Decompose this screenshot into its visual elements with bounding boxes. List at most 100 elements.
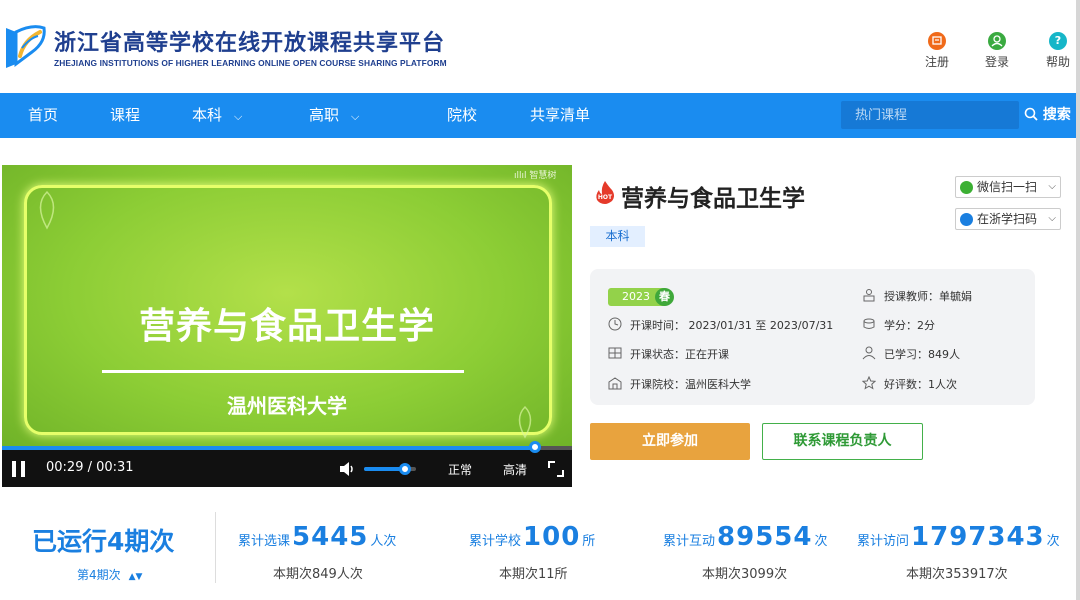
sort-arrows-icon: ▲▼ <box>128 572 143 582</box>
hot-flame-icon: HOT <box>596 181 614 204</box>
volume-icon[interactable] <box>338 460 356 478</box>
volume-slider[interactable] <box>364 463 416 475</box>
run-count: 已运行4期次 <box>32 527 175 556</box>
search-button[interactable]: 搜索 <box>1024 101 1071 129</box>
stat-value: 89554 <box>717 522 813 552</box>
video-subtitle-text: 温州医科大学 <box>227 394 347 418</box>
status-table-icon <box>608 347 622 359</box>
nav-courses-label: 课程 <box>110 106 141 124</box>
nav-undergraduate-label: 本科 <box>192 106 223 124</box>
stat-value: 5445 <box>292 522 369 552</box>
period-selector[interactable]: 第4期次 ▲▼ <box>77 566 142 583</box>
video-progress-fill <box>2 446 535 450</box>
login-user-icon <box>988 32 1006 50</box>
stats-divider <box>215 512 216 583</box>
stat-visits-period: 本期次353917次 <box>906 567 1008 582</box>
open-time-text: 开课时间： 2023/01/31 至 2023/07/31 <box>630 319 834 332</box>
video-progress-handle[interactable] <box>528 441 541 453</box>
stat-interactions-period: 本期次3099次 <box>702 567 788 582</box>
zheda-scan-button[interactable]: 在浙学扫码 ⌵ <box>955 208 1061 230</box>
zheda-app-icon <box>960 213 973 226</box>
teacher-text: 授课教师：单毓娟 <box>884 290 972 303</box>
video-frame-image: ıllıl 智慧树 营养与食品卫生学 温州医科大学 <box>2 165 572 450</box>
stat-label: 累计访问 <box>857 534 910 549</box>
nav-item-home[interactable]: 首页 <box>28 93 58 138</box>
nav-item-share-list[interactable]: 共享清单 <box>530 93 590 138</box>
status-text: 开课状态：正在开课 <box>630 348 729 361</box>
stat-enrollments: 累计选课5445 人次 <box>238 522 396 552</box>
register-button[interactable]: 注册 <box>917 32 957 70</box>
pause-icon <box>12 461 16 477</box>
help-question-icon: ? <box>1049 32 1067 50</box>
pause-icon-bar <box>21 461 25 477</box>
chevron-down-icon: ⌵ <box>1048 181 1056 192</box>
video-title-text: 营养与食品卫生学 <box>138 306 435 347</box>
platform-logo[interactable] <box>2 22 48 72</box>
wechat-scan-label: 微信扫一扫 <box>977 180 1038 194</box>
playback-speed-button[interactable]: 正常 <box>448 461 472 478</box>
search-input[interactable] <box>841 101 1019 129</box>
video-watermark: ıllıl 智慧树 <box>514 171 557 181</box>
stat-label: 累计互动 <box>663 534 716 549</box>
stat-unit: 所 <box>582 534 596 549</box>
stat-value: 1797343 <box>911 522 1045 552</box>
stat-interactions: 累计互动89554 次 <box>663 522 828 552</box>
school-building-icon <box>608 377 622 390</box>
quality-button[interactable]: 高清 <box>503 461 527 478</box>
nav-vocational-label: 高职 <box>309 106 340 124</box>
learner-person-icon <box>862 346 876 360</box>
stat-schools-period: 本期次11所 <box>499 567 568 582</box>
nav-item-undergraduate[interactable]: 本科 ⌵ <box>192 93 242 138</box>
wechat-scan-button[interactable]: 微信扫一扫 ⌵ <box>955 176 1061 198</box>
school-row: 开课院校：温州医科大学 <box>608 376 751 392</box>
open-time-row: 开课时间： 2023/01/31 至 2023/07/31 <box>608 317 833 333</box>
stat-unit: 次 <box>1046 534 1060 549</box>
video-player[interactable]: ıllıl 智慧树 营养与食品卫生学 温州医科大学 00:29 / 00:31 … <box>2 165 572 487</box>
login-button[interactable]: 登录 <box>977 32 1017 70</box>
login-label: 登录 <box>984 55 1009 69</box>
register-icon <box>928 32 946 50</box>
video-time: 00:29 / 00:31 <box>46 460 134 475</box>
stat-visits: 累计访问1797343 次 <box>857 522 1060 552</box>
join-course-button[interactable]: 立即参加 <box>590 423 750 460</box>
chevron-down-icon: ⌵ <box>1048 213 1056 224</box>
period-label: 第4期次 <box>77 568 121 582</box>
nav-item-courses[interactable]: 课程 <box>110 93 140 138</box>
page-scrollbar[interactable] <box>1076 0 1080 600</box>
chevron-down-icon: ⌵ <box>234 110 243 123</box>
volume-handle[interactable] <box>398 463 411 475</box>
credit-coins-icon <box>863 318 875 329</box>
help-button[interactable]: ? 帮助 <box>1038 32 1078 70</box>
video-progress-bar[interactable] <box>2 441 572 453</box>
learned-row: 已学习：849人 <box>862 346 960 362</box>
search-label: 搜索 <box>1042 107 1071 123</box>
course-title: 营养与食品卫生学 <box>621 186 805 212</box>
nav-schools-label: 院校 <box>447 106 478 124</box>
fullscreen-icon[interactable] <box>547 460 565 478</box>
register-label: 注册 <box>924 55 949 69</box>
site-subtitle: ZHEJIANG INSTITUTIONS OF HIGHER LEARNING… <box>54 58 447 68</box>
rating-row: 好评数：1人次 <box>862 376 957 392</box>
svg-text:HOT: HOT <box>598 194 613 201</box>
nav-home-label: 首页 <box>28 106 59 124</box>
site-title: 浙江省高等学校在线开放课程共享平台 <box>54 31 446 56</box>
stat-value: 100 <box>523 522 581 552</box>
status-row: 开课状态：正在开课 <box>608 346 729 362</box>
course-level-tag: 本科 <box>590 226 645 247</box>
stat-label: 累计选课 <box>238 534 291 549</box>
nav-share-list-label: 共享清单 <box>530 106 591 124</box>
pause-button[interactable] <box>12 461 26 477</box>
search-icon <box>1024 107 1038 121</box>
search-box <box>841 101 1019 129</box>
leaf-decoration-icon <box>39 190 55 230</box>
help-label: 帮助 <box>1045 55 1070 69</box>
contact-owner-button[interactable]: 联系课程负责人 <box>762 423 923 460</box>
site-header: 浙江省高等学校在线开放课程共享平台 ZHEJIANG INSTITUTIONS … <box>0 0 1080 93</box>
nav-item-vocational[interactable]: 高职 ⌵ <box>309 93 359 138</box>
nav-item-schools[interactable]: 院校 <box>447 93 477 138</box>
credit-text: 学分：2分 <box>884 319 935 332</box>
clock-icon <box>608 317 622 331</box>
teacher-row: 授课教师：单毓娟 <box>862 288 972 304</box>
wechat-icon <box>960 181 973 194</box>
stat-unit: 人次 <box>370 534 397 549</box>
